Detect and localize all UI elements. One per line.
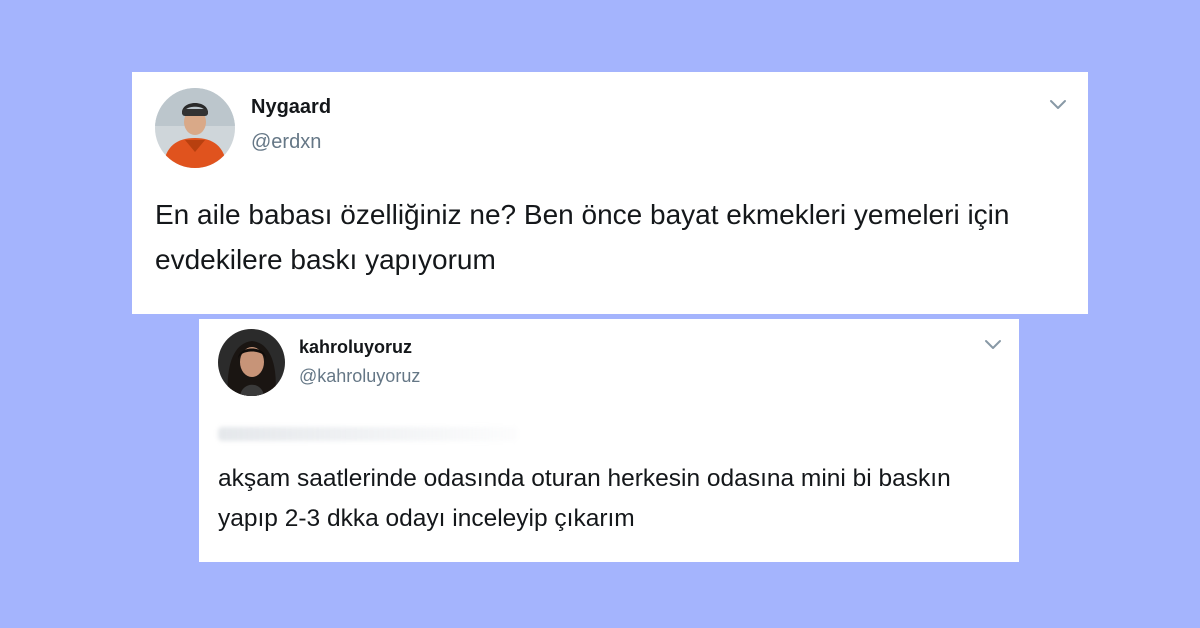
tweet-card-nygaard: Nygaard @erdxn En aile babası özelliğini… — [132, 72, 1088, 314]
display-name[interactable]: Nygaard — [251, 96, 331, 119]
blurred-reply-context — [218, 427, 518, 441]
display-name[interactable]: kahroluyoruz — [299, 337, 412, 358]
chevron-down-icon[interactable] — [983, 338, 1003, 352]
tweet-text: akşam saatlerinde odasında oturan herkes… — [218, 465, 951, 532]
tweet-text: En aile babası özelliğiniz ne? Ben önce … — [155, 199, 1010, 275]
user-handle[interactable]: @kahroluyoruz — [299, 366, 420, 387]
avatar-image — [155, 88, 235, 168]
tweet-card-kahroluyoruz: kahroluyoruz @kahroluyoruz akşam saatler… — [199, 319, 1019, 562]
user-handle[interactable]: @erdxn — [251, 131, 321, 154]
chevron-down-icon[interactable] — [1048, 98, 1068, 112]
avatar[interactable] — [218, 329, 285, 396]
avatar[interactable] — [155, 88, 235, 168]
avatar-image — [218, 329, 285, 396]
